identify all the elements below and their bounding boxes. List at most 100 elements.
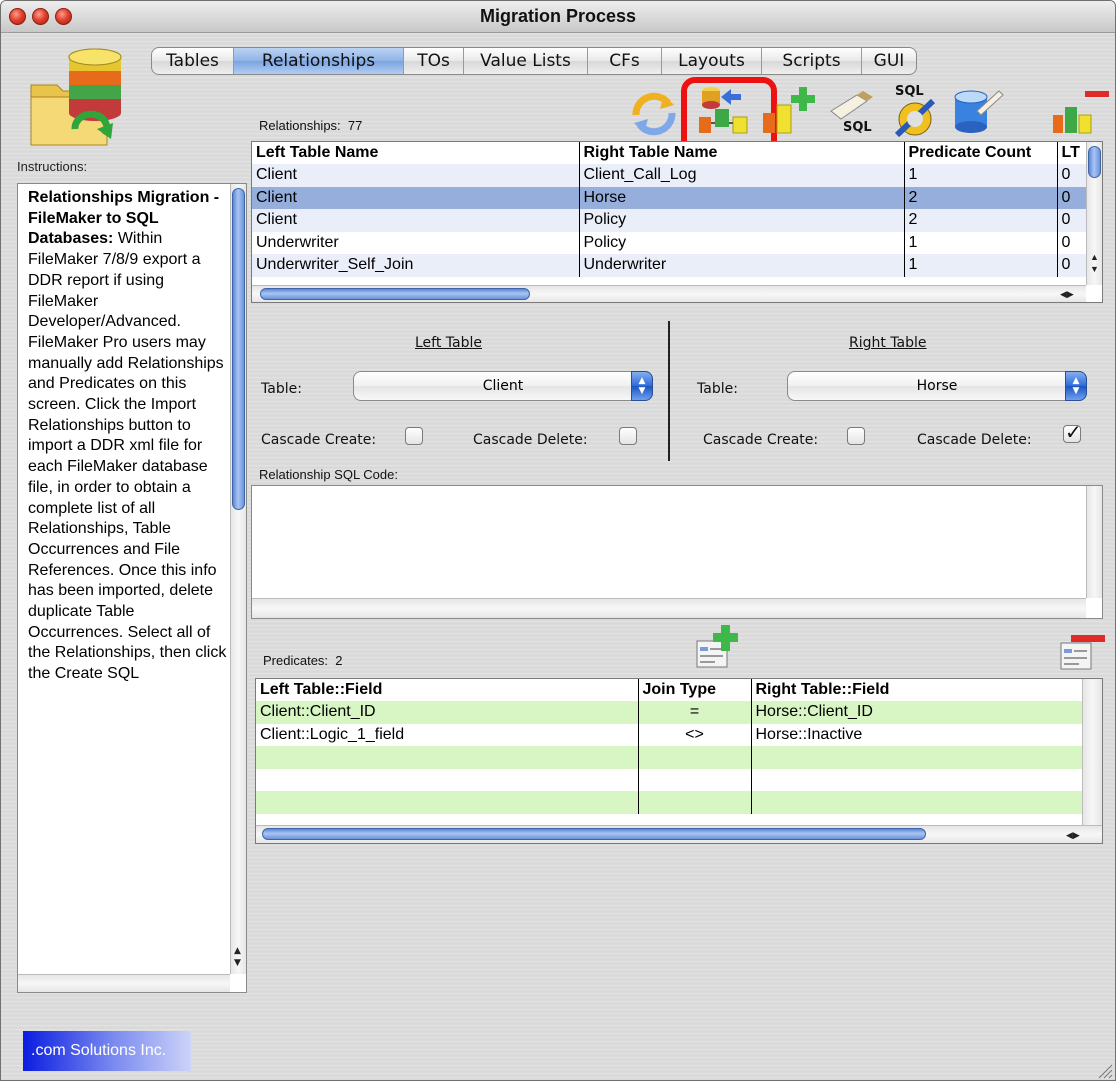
right-table-label: Table:	[697, 381, 738, 397]
table-cell: 1	[904, 164, 1058, 187]
table-row[interactable]: Client::Logic_1_field <> Horse::Inactive	[256, 723, 1083, 746]
edit-database-icon[interactable]	[951, 87, 1005, 139]
tab-relationships[interactable]: Relationships	[234, 48, 404, 74]
add-relationship-icon[interactable]	[761, 85, 819, 139]
left-table-select-value: Client	[482, 378, 524, 394]
table-cell: Horse	[579, 186, 905, 209]
column-header[interactable]: Left Table::Field	[256, 679, 639, 701]
sql-code-label: Relationship SQL Code:	[259, 467, 398, 482]
select-arrows-icon: ▲ ▼	[631, 371, 653, 401]
add-predicate-icon[interactable]	[695, 625, 743, 671]
table-cell: 0	[1057, 254, 1089, 277]
table-cell: =	[638, 701, 752, 724]
sql-icon-label-2: SQL	[895, 84, 924, 99]
relationships-horizontal-scrollbar[interactable]: ◀▶	[252, 285, 1086, 302]
instructions-body: Within FileMaker 7/8/9 export a DDR repo…	[28, 230, 227, 683]
table-row[interactable]: Client Policy 2 0	[252, 209, 1089, 232]
left-table-heading: Left Table	[415, 335, 482, 351]
table-cell	[256, 746, 639, 769]
tab-value-lists[interactable]: Value Lists	[464, 48, 588, 74]
predicates-label: Predicates: 2	[263, 653, 343, 668]
column-header[interactable]: Right Table::Field	[751, 679, 1083, 701]
run-sql-icon[interactable]: SQL	[887, 81, 943, 141]
table-row[interactable]: Client Client_Call_Log 1 0	[252, 164, 1089, 187]
left-cascade-delete-checkbox[interactable]	[619, 427, 637, 445]
tab-scripts[interactable]: Scripts	[762, 48, 862, 74]
left-table-label: Table:	[261, 381, 302, 397]
sql-code-textarea[interactable]	[251, 485, 1103, 619]
table-cell: 1	[904, 254, 1058, 277]
table-cell: 1	[904, 231, 1058, 254]
table-cell	[638, 746, 752, 769]
table-row[interactable]	[256, 791, 1083, 814]
app-window: Migration Process Tables Relationships TOs…	[0, 0, 1116, 1081]
company-badge: .com Solutions Inc.	[23, 1031, 191, 1071]
scroll-down-arrow-icon[interactable]: ▼	[234, 958, 241, 968]
tab-layouts[interactable]: Layouts	[662, 48, 762, 74]
table-cell: Client	[252, 209, 580, 232]
relationships-vertical-scrollbar[interactable]: ▲ ▼	[1086, 142, 1102, 285]
instructions-label: Instructions:	[17, 159, 88, 174]
relationships-vertical-thumb[interactable]	[1088, 146, 1101, 178]
table-cell: 2	[904, 209, 1058, 232]
table-cell: Client::Logic_1_field	[256, 723, 639, 746]
table-row[interactable]: Underwriter Policy 1 0	[252, 231, 1089, 254]
right-table-select[interactable]: Horse ▲ ▼	[787, 371, 1087, 401]
scroll-up-arrow-icon[interactable]: ▲	[1090, 252, 1099, 262]
tab-gui[interactable]: GUI	[862, 48, 916, 74]
table-row[interactable]: Underwriter_Self_Join Underwriter 1 0	[252, 254, 1089, 277]
tab-tables[interactable]: Tables	[152, 48, 234, 74]
predicates-horizontal-thumb[interactable]	[262, 828, 926, 840]
relationships-horizontal-thumb[interactable]	[260, 288, 530, 300]
refresh-icon[interactable]	[628, 87, 680, 139]
tab-cfs[interactable]: CFs	[588, 48, 662, 74]
relationships-table: Left Table Name Right Table Name Predicate…	[251, 141, 1103, 303]
right-cascade-create-checkbox[interactable]	[847, 427, 865, 445]
relationships-label: Relationships: 77	[259, 118, 363, 133]
column-header[interactable]: Join Type	[638, 679, 752, 701]
table-cell	[751, 768, 1083, 791]
instructions-horizontal-scrollbar[interactable]	[18, 974, 230, 992]
table-cell	[256, 768, 639, 791]
predicates-horizontal-scrollbar[interactable]: ◀▶	[256, 825, 1102, 843]
instructions-scroll-thumb[interactable]	[232, 188, 245, 510]
column-header[interactable]: Predicate Count	[904, 142, 1058, 164]
scroll-left-arrow-icon[interactable]: ◀▶	[1060, 289, 1074, 299]
right-table-select-value: Horse	[916, 378, 958, 394]
table-cell: Client	[252, 186, 580, 209]
table-row[interactable]: Client Horse 2 0	[252, 186, 1089, 209]
table-row[interactable]	[256, 746, 1083, 769]
tab-tos[interactable]: TOs	[404, 48, 464, 74]
table-row[interactable]: Client::Client_ID = Horse::Client_ID	[256, 701, 1083, 724]
scroll-up-arrow-icon[interactable]: ▲	[234, 946, 241, 956]
sql-vertical-scrollbar[interactable]	[1086, 486, 1102, 598]
tab-bar: Tables Relationships TOs Value Lists CFs Layo…	[151, 47, 917, 75]
table-row[interactable]	[256, 768, 1083, 791]
right-cascade-delete-checkbox[interactable]: ✓	[1063, 420, 1082, 444]
left-table-select[interactable]: Client ▲ ▼	[353, 371, 653, 401]
instructions-vertical-scrollbar[interactable]: ▲ ▼	[230, 184, 246, 974]
sql-edit-icon[interactable]: SQL	[827, 91, 881, 137]
column-header[interactable]: Left Table Name	[252, 142, 580, 164]
table-cell: <>	[638, 723, 752, 746]
delete-relationship-icon[interactable]	[1049, 81, 1109, 137]
scroll-left-arrow-icon[interactable]: ◀▶	[1066, 830, 1080, 840]
scroll-down-arrow-icon[interactable]: ▼	[1090, 264, 1099, 274]
resize-grip-icon[interactable]	[1095, 1061, 1113, 1079]
table-cell: Client::Client_ID	[256, 701, 639, 724]
table-cell: Underwriter	[579, 254, 905, 277]
right-cascade-delete-label: Cascade Delete:	[917, 432, 1032, 448]
table-cell: Client	[252, 164, 580, 187]
predicates-table: Left Table::Field Join Type Right Table::F…	[255, 678, 1103, 844]
column-header[interactable]: Right Table Name	[579, 142, 905, 164]
sql-horizontal-scrollbar[interactable]	[252, 598, 1086, 618]
left-cascade-delete-label: Cascade Delete:	[473, 432, 588, 448]
table-cell	[751, 746, 1083, 769]
right-table-heading: Right Table	[849, 335, 927, 351]
relationships-count: 77	[347, 118, 363, 133]
column-header[interactable]: LT	[1057, 142, 1089, 164]
delete-predicate-icon[interactable]	[1059, 635, 1107, 673]
left-cascade-create-checkbox[interactable]	[405, 427, 423, 445]
predicates-vertical-scrollbar[interactable]	[1082, 679, 1102, 825]
select-arrows-icon: ▲ ▼	[1065, 371, 1087, 401]
